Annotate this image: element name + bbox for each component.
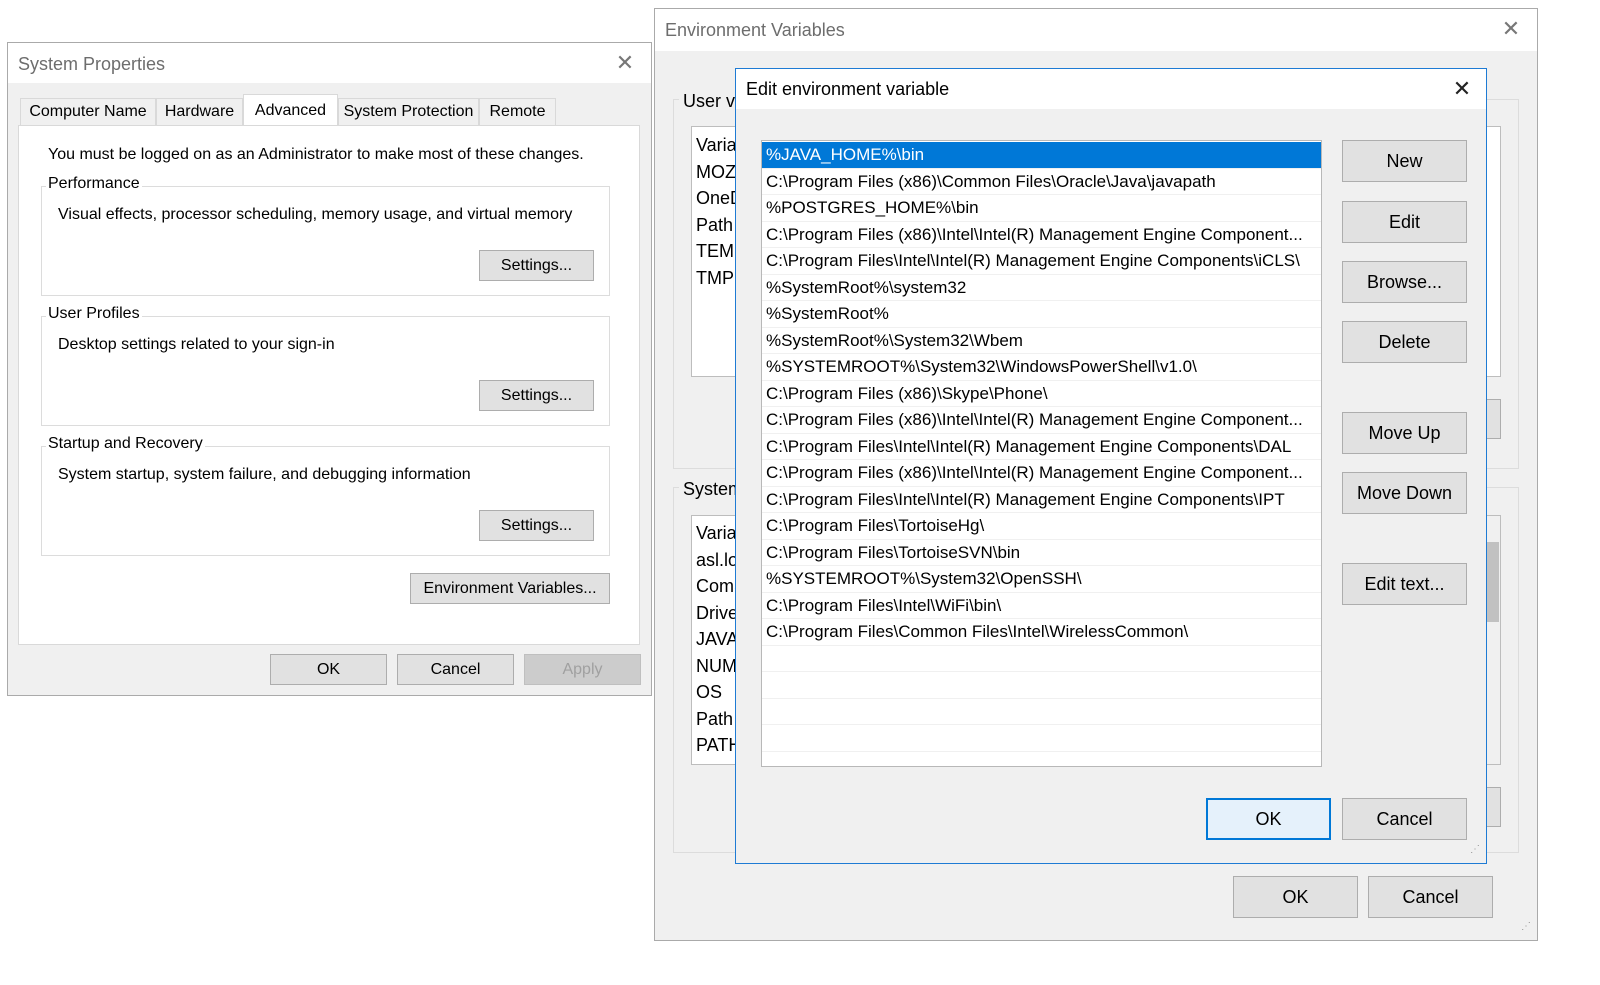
scrollbar-thumb[interactable] — [1487, 542, 1499, 622]
group-title: Startup and Recovery — [46, 435, 205, 453]
user-profiles-group: User Profiles Desktop settings related t… — [41, 305, 610, 426]
window-title: Edit environment variable — [746, 79, 950, 99]
path-item[interactable]: C:\Program Files (x86)\Skype\Phone\ — [762, 381, 1321, 407]
list-item[interactable]: Drive — [696, 603, 738, 624]
apply-button: Apply — [524, 654, 641, 685]
column-header-variable[interactable]: Varia — [696, 523, 737, 544]
edit-button[interactable]: Edit — [1342, 201, 1467, 243]
window-title: Environment Variables — [665, 20, 845, 40]
list-item[interactable]: TMP — [696, 268, 734, 289]
path-item[interactable]: C:\Program Files\Common Files\Intel\Wire… — [762, 619, 1321, 646]
tab-hardware[interactable]: Hardware — [156, 98, 243, 125]
list-item[interactable]: Path — [696, 709, 733, 730]
admin-note: You must be logged on as an Administrato… — [48, 146, 584, 163]
tab-system-protection[interactable]: System Protection — [338, 98, 479, 125]
path-item[interactable]: %SystemRoot% — [762, 301, 1321, 328]
cancel-button[interactable]: Cancel — [1368, 876, 1493, 918]
path-item[interactable]: C:\Program Files (x86)\Intel\Intel(R) Ma… — [762, 460, 1321, 487]
tab-advanced[interactable]: Advanced — [243, 94, 338, 126]
group-description: Visual effects, processor scheduling, me… — [58, 206, 573, 223]
close-icon[interactable]: ✕ — [1448, 75, 1476, 103]
ok-button[interactable]: OK — [1206, 798, 1331, 840]
title-bar: Edit environment variable ✕ — [736, 69, 1486, 109]
delete-button[interactable]: Delete — [1342, 321, 1467, 363]
title-bar: Environment Variables ✕ — [655, 9, 1537, 51]
path-item[interactable]: C:\Program Files (x86)\Intel\Intel(R) Ma… — [762, 407, 1321, 434]
user-profiles-settings-button[interactable]: Settings... — [479, 380, 594, 411]
list-item[interactable]: OS — [696, 682, 722, 703]
path-item[interactable]: C:\Program Files\Intel\Intel(R) Manageme… — [762, 487, 1321, 513]
close-icon[interactable]: ✕ — [611, 49, 639, 77]
browse-button[interactable]: Browse... — [1342, 261, 1467, 303]
startup-settings-button[interactable]: Settings... — [479, 510, 594, 541]
move-up-button[interactable]: Move Up — [1342, 412, 1467, 454]
list-item[interactable]: asl.lo — [696, 550, 738, 571]
cancel-button[interactable]: Cancel — [1342, 798, 1467, 840]
group-description: System startup, system failure, and debu… — [58, 466, 471, 483]
path-item[interactable]: %SYSTEMROOT%\System32\OpenSSH\ — [762, 566, 1321, 593]
path-list[interactable]: %JAVA_HOME%\bin C:\Program Files (x86)\C… — [761, 140, 1322, 767]
edit-environment-variable-dialog: Edit environment variable ✕ %JAVA_HOME%\… — [735, 68, 1487, 864]
tab-computer-name[interactable]: Computer Name — [20, 98, 156, 125]
environment-variables-button[interactable]: Environment Variables... — [410, 573, 610, 604]
ok-button[interactable]: OK — [1233, 876, 1358, 918]
path-item[interactable]: C:\Program Files\TortoiseHg\ — [762, 513, 1321, 540]
list-item[interactable]: NUM — [696, 656, 737, 677]
resize-grip-icon[interactable]: ⋰ — [1470, 845, 1482, 859]
column-header-variable[interactable]: Varia — [696, 135, 737, 156]
performance-group: Performance Visual effects, processor sc… — [41, 175, 610, 296]
path-item[interactable]: %SYSTEMROOT%\System32\WindowsPowerShell\… — [762, 354, 1321, 381]
empty-path-row[interactable] — [762, 672, 1321, 699]
new-button[interactable]: New — [1342, 140, 1467, 182]
ok-button[interactable]: OK — [270, 654, 387, 685]
performance-settings-button[interactable]: Settings... — [479, 250, 594, 281]
empty-path-row[interactable] — [762, 725, 1321, 752]
window-title: System Properties — [18, 54, 166, 74]
path-item[interactable]: C:\Program Files (x86)\Intel\Intel(R) Ma… — [762, 222, 1321, 248]
title-bar: System Properties ✕ — [8, 43, 651, 83]
tab-remote[interactable]: Remote — [479, 98, 556, 125]
path-item[interactable]: %SystemRoot%\system32 — [762, 275, 1321, 301]
edit-text-button[interactable]: Edit text... — [1342, 563, 1467, 605]
group-description: Desktop settings related to your sign-in — [58, 336, 335, 353]
path-item[interactable]: C:\Program Files\Intel\Intel(R) Manageme… — [762, 248, 1321, 275]
path-item[interactable]: %SystemRoot%\System32\Wbem — [762, 328, 1321, 354]
empty-path-row[interactable] — [762, 699, 1321, 725]
path-item[interactable]: C:\Program Files\TortoiseSVN\bin — [762, 540, 1321, 566]
advanced-tab-panel: You must be logged on as an Administrato… — [18, 125, 640, 645]
close-icon[interactable]: ✕ — [1497, 15, 1525, 43]
cancel-button[interactable]: Cancel — [397, 654, 514, 685]
group-title: Performance — [46, 175, 142, 193]
list-item[interactable]: MOZ — [696, 162, 736, 183]
empty-path-row[interactable] — [762, 646, 1321, 672]
path-item[interactable]: C:\Program Files (x86)\Common Files\Orac… — [762, 169, 1321, 195]
scrollbar[interactable] — [1486, 516, 1500, 764]
move-down-button[interactable]: Move Down — [1342, 472, 1467, 514]
path-item-selected[interactable]: %JAVA_HOME%\bin — [762, 142, 1321, 169]
path-item[interactable]: %POSTGRES_HOME%\bin — [762, 195, 1321, 222]
path-item[interactable]: C:\Program Files\Intel\WiFi\bin\ — [762, 593, 1321, 619]
resize-grip-icon[interactable]: ⋰ — [1521, 922, 1533, 936]
startup-recovery-group: Startup and Recovery System startup, sys… — [41, 435, 610, 556]
list-item[interactable]: Path — [696, 215, 733, 236]
path-item[interactable]: C:\Program Files\Intel\Intel(R) Manageme… — [762, 434, 1321, 460]
system-properties-window: System Properties ✕ Computer Name Hardwa… — [7, 42, 652, 696]
group-title: User Profiles — [46, 305, 142, 323]
